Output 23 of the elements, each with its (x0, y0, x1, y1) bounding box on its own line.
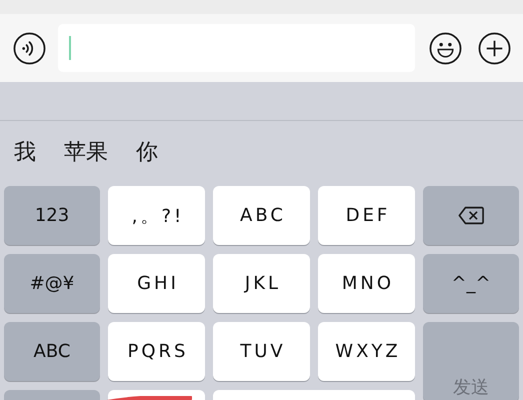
candidate-word[interactable]: 我 (14, 136, 36, 166)
keyboard-key[interactable]: TUV (213, 322, 310, 381)
keyboard-key[interactable]: ,。?! (108, 186, 205, 245)
keyboard-key[interactable]: 123 (4, 186, 100, 245)
plus-icon[interactable] (478, 32, 511, 64)
keyboard-key[interactable]: ABC (4, 322, 100, 381)
keyboard-key[interactable]: JKL (213, 254, 310, 313)
keyboard-key[interactable]: ^_^ (423, 254, 519, 313)
keyboard-key[interactable] (108, 390, 205, 400)
emoji-icon[interactable] (429, 32, 462, 64)
candidate-word[interactable]: 你 (136, 136, 158, 166)
keyboard-key[interactable]: DEF (318, 186, 415, 245)
keyboard-key[interactable]: GHI (108, 254, 205, 313)
message-input-field[interactable] (58, 24, 415, 72)
keyboard-key[interactable]: #@¥ (4, 254, 100, 313)
backspace-icon (458, 206, 484, 225)
keyboard-key[interactable]: PQRS (108, 322, 205, 381)
keyboard-key[interactable]: MNO (318, 254, 415, 313)
keyboard-key[interactable] (423, 186, 519, 245)
candidate-word[interactable]: 苹果 (64, 136, 108, 166)
keyboard-key[interactable]: ABC (213, 186, 310, 245)
keyboard-key[interactable]: WXYZ (318, 322, 415, 381)
voice-icon[interactable] (13, 32, 46, 64)
